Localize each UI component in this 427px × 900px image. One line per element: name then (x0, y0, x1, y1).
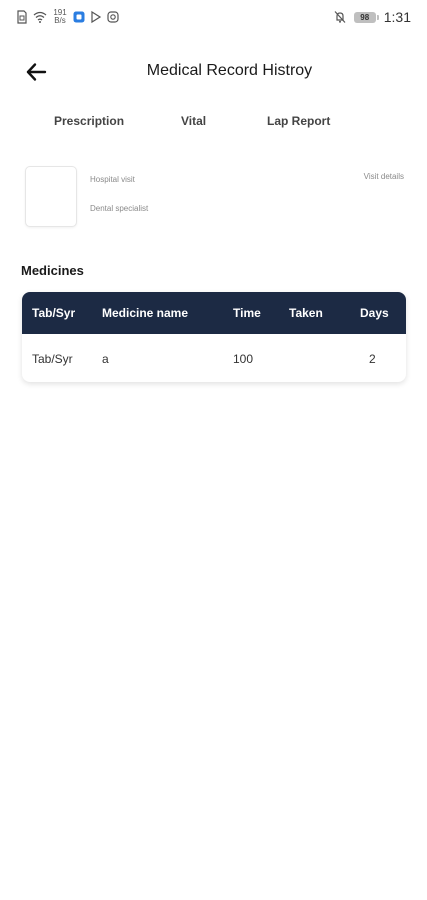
notifications-off-icon (334, 11, 346, 23)
status-time: 1:31 (383, 9, 411, 25)
visit-details-link[interactable]: Visit details (364, 172, 404, 181)
play-store-icon (91, 10, 102, 24)
app-bar: Medical Record Histroy (0, 52, 427, 92)
cell-time: 100 (233, 352, 254, 366)
status-bar-left: 191 B/s (16, 9, 119, 25)
column-header-time: Time (233, 306, 261, 320)
cell-type: Tab/Syr (32, 352, 73, 366)
tab-lap-report[interactable]: Lap Report (267, 114, 330, 128)
column-header-days: Days (360, 306, 389, 320)
column-header-type: Tab/Syr (32, 306, 76, 320)
visit-thumbnail (25, 166, 77, 227)
tab-prescription[interactable]: Prescription (54, 114, 124, 128)
cell-medicine-name: a (102, 352, 109, 366)
table-row: Tab/Syr a 100 2 (22, 334, 406, 382)
sim-card-icon (17, 10, 27, 24)
medicines-title: Medicines (21, 263, 84, 278)
status-bar: 191 B/s 98 1:31 (0, 0, 427, 36)
medicines-table: Tab/Syr Medicine name Time Taken Days Ta… (22, 292, 406, 382)
tab-bar: Prescription Vital Lap Report (0, 114, 427, 134)
status-bar-right: 98 1:31 (334, 9, 411, 25)
wifi-icon (33, 11, 47, 23)
column-header-taken: Taken (289, 306, 323, 320)
instagram-icon (107, 11, 119, 23)
visit-type: Hospital visit (90, 175, 135, 184)
cell-days: 2 (369, 352, 376, 366)
visit-card[interactable]: Hospital visit Dental specialist Visit d… (0, 166, 427, 227)
page-title: Medical Record Histroy (146, 62, 313, 79)
visit-specialist: Dental specialist (90, 204, 149, 213)
app-notification-icon (73, 11, 85, 23)
column-header-medicine-name: Medicine name (102, 306, 189, 320)
tab-vital[interactable]: Vital (181, 114, 206, 128)
battery-indicator: 98 (353, 11, 379, 23)
network-speed: 191 B/s (52, 9, 68, 25)
table-header: Tab/Syr Medicine name Time Taken Days (22, 292, 406, 334)
network-speed-unit: B/s (54, 16, 66, 25)
